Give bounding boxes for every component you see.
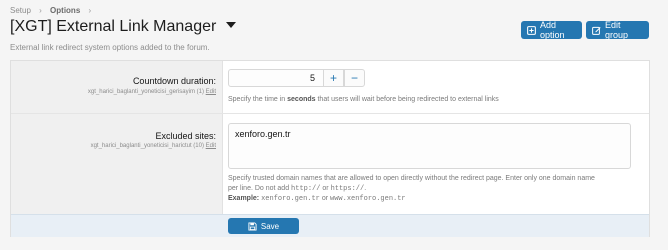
countdown-label: Countdown duration:	[132, 76, 216, 86]
plus-square-icon	[527, 25, 536, 35]
page-title-text: [XGT] External Link Manager	[10, 18, 217, 35]
http-code: http://	[291, 185, 321, 193]
breadcrumb-setup[interactable]: Setup	[10, 6, 31, 15]
page-title[interactable]: [XGT] External Link Manager	[10, 18, 236, 36]
countdown-option-key: xgt_harici_baglanti_yoneticisi_gerisayim…	[88, 89, 216, 95]
excluded-sites-textarea[interactable]: xenforo.gen.tr	[228, 123, 631, 169]
breadcrumb: Setup › Options ›	[10, 6, 97, 15]
breadcrumb-options[interactable]: Options	[50, 6, 80, 15]
countdown-hint: Specify the time in seconds that users w…	[228, 95, 499, 105]
https-code: https://	[330, 185, 365, 193]
excluded-edit-link[interactable]: Edit	[206, 143, 216, 149]
countdown-edit-link[interactable]: Edit	[206, 89, 216, 95]
excluded-hint-line1: Specify trusted domain names that are al…	[228, 175, 595, 182]
excluded-hint: Specify trusted domain names that are al…	[228, 174, 595, 204]
countdown-hint-text: Specify the time in	[228, 96, 288, 103]
chevron-right-icon: ›	[88, 6, 92, 15]
countdown-hint-text-end: that users will wait before being redire…	[315, 96, 499, 103]
row-divider	[11, 113, 649, 114]
add-option-button[interactable]: Add option	[521, 20, 582, 40]
example-code-2: www.xenforo.gen.tr	[330, 195, 406, 203]
increment-button[interactable]: +	[323, 69, 344, 87]
edit-group-label: Edit group	[605, 20, 629, 40]
add-option-label: Add option	[540, 20, 565, 40]
minus-icon: −	[350, 71, 358, 85]
edit-group-button[interactable]: Edit group	[586, 20, 649, 40]
page-description: External link redirect system options ad…	[10, 43, 210, 52]
excluded-hint-text: per line. Do not add	[228, 185, 292, 192]
countdown-input[interactable]: 5	[228, 69, 324, 87]
excluded-option-key: xgt_harici_baglanti_yoneticisi_harictut …	[91, 143, 216, 149]
caret-down-icon[interactable]	[225, 21, 236, 28]
decrement-button[interactable]: −	[344, 69, 365, 87]
save-button[interactable]: Save	[228, 218, 299, 234]
excluded-hint-or: or	[320, 185, 331, 192]
countdown-key-text: xgt_harici_baglanti_yoneticisi_gerisayim…	[87, 89, 204, 95]
form-footer: Save	[11, 214, 649, 237]
plus-icon: +	[329, 71, 337, 85]
excluded-key-text: xgt_harici_baglanti_yoneticisi_harictut …	[90, 143, 204, 149]
example-label: Example:	[228, 195, 260, 202]
options-panel: Countdown duration: xgt_harici_baglanti_…	[10, 60, 650, 237]
save-icon	[248, 221, 257, 231]
example-code-1: xenforo.gen.tr	[261, 195, 320, 203]
excluded-label: Excluded sites:	[155, 131, 216, 141]
label-column: Countdown duration: xgt_harici_baglanti_…	[11, 61, 223, 214]
excluded-hint-line2: per line. Do not add http:// or https://…	[228, 184, 595, 194]
countdown-hint-bold: seconds	[287, 96, 316, 103]
edit-icon	[592, 26, 601, 35]
excluded-hint-end: .	[364, 185, 367, 192]
save-label: Save	[260, 221, 280, 231]
excluded-example: Example: xenforo.gen.tr or www.xenforo.g…	[228, 194, 595, 204]
example-or: or	[319, 195, 331, 202]
chevron-right-icon: ›	[39, 6, 42, 15]
